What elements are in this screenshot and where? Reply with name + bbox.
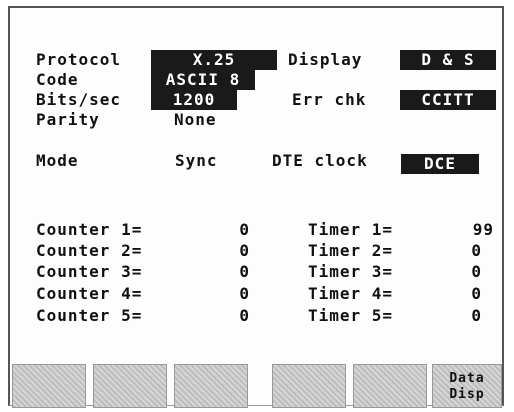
parity-value[interactable]: None (174, 110, 217, 130)
counter-5-label: Counter 5= (36, 306, 143, 325)
softkey-3[interactable] (174, 364, 248, 408)
counter-2-value: 0 (239, 241, 250, 260)
timer-5-label: Timer 5= (308, 306, 394, 325)
softkey-data-disp[interactable]: Data Disp (432, 364, 502, 408)
protocol-value[interactable]: X.25 (151, 50, 277, 70)
timer-4-value: 0 (471, 284, 482, 303)
err-chk-value[interactable]: CCITT (400, 90, 496, 110)
softkey-data-disp-line2: Disp (449, 387, 485, 402)
timer-2-label: Timer 2= (308, 241, 394, 260)
softkey-4[interactable] (272, 364, 346, 408)
softkey-2[interactable] (93, 364, 167, 408)
timer-5-value: 0 (471, 306, 482, 325)
mode-value[interactable]: Sync (175, 151, 218, 171)
display-value[interactable]: D & S (400, 50, 496, 70)
display-label: Display (288, 50, 363, 69)
counter-3-label: Counter 3= (36, 262, 143, 281)
softkey-data-disp-line1: Data (449, 371, 485, 386)
softkey-5[interactable] (353, 364, 427, 408)
counter-1-label: Counter 1= (36, 220, 143, 239)
code-label: Code (36, 70, 79, 89)
dte-clock-label: DTE clock (272, 151, 368, 170)
code-value[interactable]: ASCII 8 (151, 70, 255, 90)
timer-4-label: Timer 4= (308, 284, 394, 303)
dte-clock-value[interactable]: DCE (401, 154, 479, 174)
timer-3-value: 0 (471, 262, 482, 281)
counter-3-value: 0 (239, 262, 250, 281)
timer-3-label: Timer 3= (308, 262, 394, 281)
counter-4-label: Counter 4= (36, 284, 143, 303)
counter-5-value: 0 (239, 306, 250, 325)
counter-1-value: 0 (239, 220, 250, 239)
timer-1-label: Timer 1= (308, 220, 394, 239)
mode-label: Mode (36, 151, 79, 170)
timer-1-value: 99 (472, 220, 494, 239)
terminal-screen: Protocol X.25 Code ASCII 8 Bits/sec 1200… (8, 6, 504, 408)
protocol-label: Protocol (36, 50, 122, 69)
timer-2-value: 0 (471, 241, 482, 260)
parity-label: Parity (36, 110, 100, 129)
counter-4-value: 0 (239, 284, 250, 303)
bits-sec-label: Bits/sec (36, 90, 122, 109)
err-chk-label: Err chk (292, 90, 367, 109)
bits-sec-value[interactable]: 1200 (151, 90, 237, 110)
counter-2-label: Counter 2= (36, 241, 143, 260)
softkey-1[interactable] (12, 364, 86, 408)
